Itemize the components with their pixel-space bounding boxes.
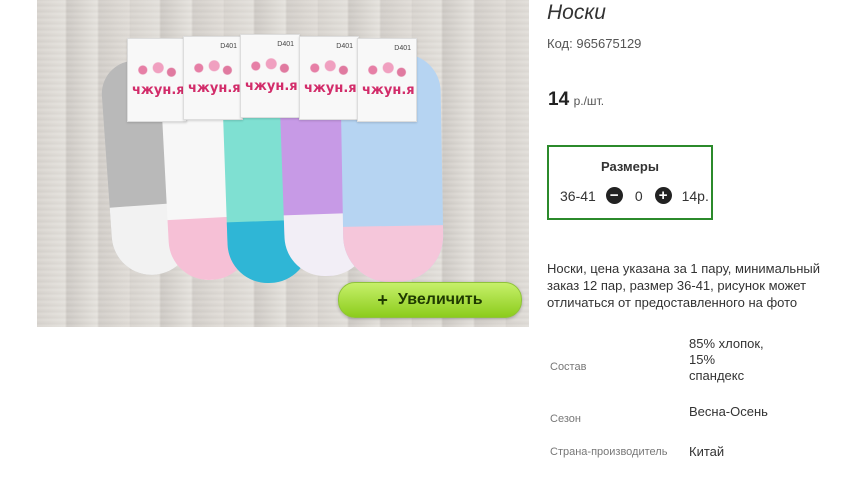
zoom-button[interactable]: + Увеличить (338, 282, 522, 318)
property-value: Китай (689, 444, 725, 459)
product-description: Носки, цена указана за 1 пару, минимальн… (547, 261, 820, 310)
product-price: 14 р./шт. (548, 89, 604, 111)
zoom-button-label: Увеличить (397, 291, 483, 308)
tag-code: D401 (394, 45, 411, 52)
plus-icon: + (377, 289, 388, 310)
product-tag: D401 чжун.я (240, 34, 300, 118)
brand-label: чжун.я (362, 83, 415, 98)
flowers-icon (247, 55, 291, 77)
property-label: Сезон (550, 413, 581, 425)
price-unit: р./шт. (573, 94, 605, 108)
product-tag: D401 чжун.я (299, 36, 359, 120)
property-value: Весна-Осень (689, 404, 768, 419)
brand-label: чжун.я (304, 81, 357, 96)
property-value: 85% хлопок, 15% спандекс (689, 336, 764, 383)
price-value: 14 (548, 89, 570, 110)
product-code-label: Код: (547, 36, 573, 51)
sizes-box: Размеры 36-41 − 0 + 14р. (547, 145, 713, 220)
product-tag: D401 чжун.я (357, 38, 417, 122)
quantity-value[interactable]: 0 (635, 188, 643, 204)
sizes-header: Размеры (601, 159, 659, 174)
brand-label: чжун.я (132, 83, 185, 98)
product-title: Носки (547, 1, 606, 24)
flowers-icon (190, 57, 234, 79)
product-tag: D401 чжун.я (183, 36, 243, 120)
product-code: Код: 965675129 (547, 36, 641, 51)
flowers-icon (364, 59, 408, 81)
product-photo[interactable]: чжун.я D401 чжун.я D401 чжун.я D401 чжун… (37, 0, 529, 327)
property-label: Состав (550, 361, 587, 373)
product-tag: чжун.я (127, 38, 187, 122)
product-code-value: 965675129 (576, 36, 642, 51)
size-label: 36-41 (560, 187, 596, 204)
flowers-icon (306, 57, 350, 79)
tag-code: D401 (220, 43, 237, 50)
plus-circle-icon[interactable]: + (654, 187, 672, 204)
tag-code: D401 (336, 43, 353, 50)
minus-circle-icon[interactable]: − (605, 187, 623, 204)
brand-label: чжун.я (188, 81, 241, 96)
property-label: Страна-производитель (550, 446, 668, 458)
size-row: 36-41 − 0 + 14р. (560, 187, 709, 204)
tag-code: D401 (277, 41, 294, 48)
size-price: 14р. (681, 187, 709, 204)
brand-label: чжун.я (245, 79, 298, 94)
flowers-icon (134, 59, 178, 81)
